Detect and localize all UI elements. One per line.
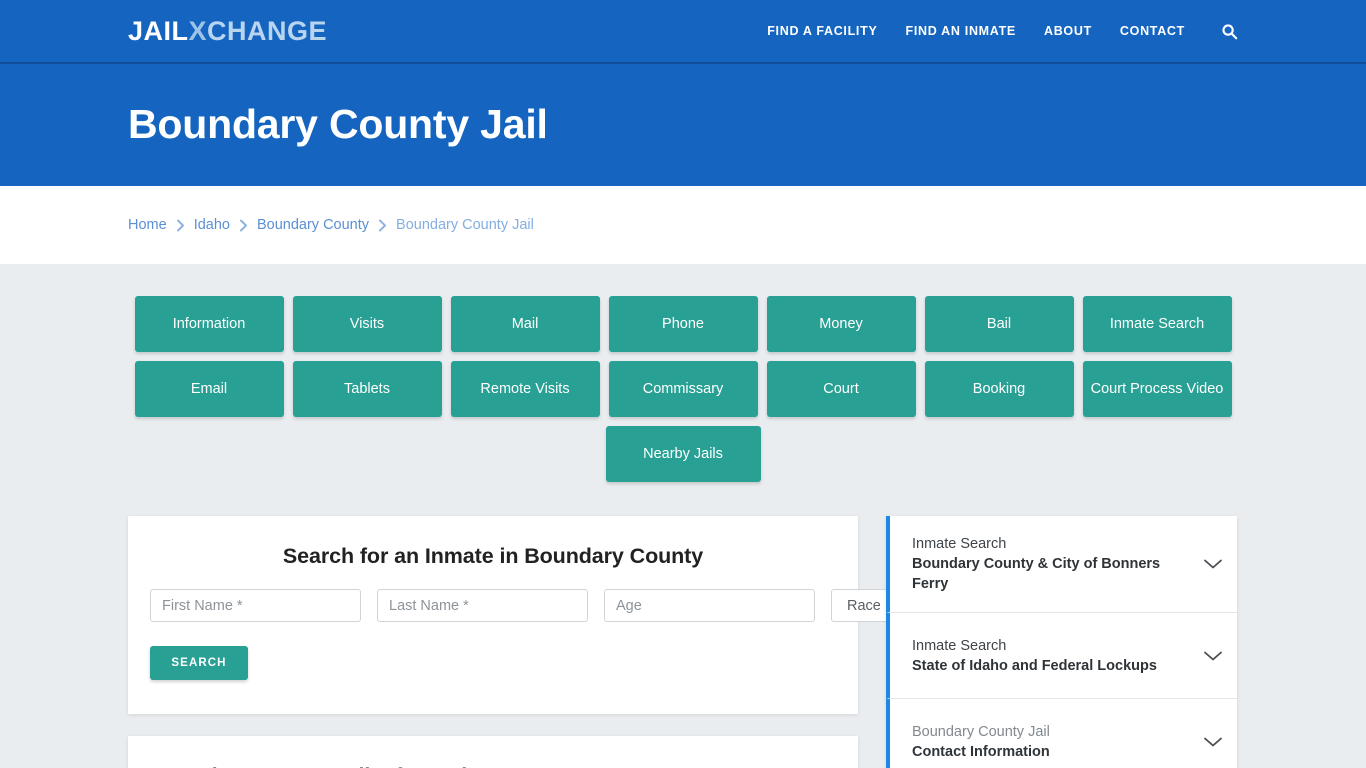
body-columns: Search for an Inmate in Boundary County … <box>128 482 1238 768</box>
site-logo[interactable]: JAILXCHANGE <box>128 15 328 46</box>
chevron-down-icon[interactable] <box>1203 558 1223 570</box>
accordion-item-inmate-search-state[interactable]: Inmate Search State of Idaho and Federal… <box>886 613 1237 699</box>
breadcrumb-item-current: Boundary County Jail <box>396 217 534 233</box>
first-name-input[interactable] <box>150 589 361 622</box>
accordion-item-line2: Contact Information <box>912 744 1050 760</box>
breadcrumb-band: Home Idaho Boundary County Boundary Coun… <box>0 186 1366 264</box>
nav-item-contact[interactable]: CONTACT <box>1106 24 1199 38</box>
accordion-item-text: Inmate Search State of Idaho and Federal… <box>912 636 1191 676</box>
nav-item-about[interactable]: ABOUT <box>1030 24 1106 38</box>
chevron-right-icon <box>176 219 185 232</box>
section-button-nearby-jails[interactable]: Nearby Jails <box>605 426 761 482</box>
breadcrumb-item-boundary-county[interactable]: Boundary County <box>257 217 369 233</box>
page-title: Boundary County Jail <box>128 101 548 148</box>
chevron-down-icon[interactable] <box>1203 736 1223 748</box>
logo-text-jail: JAIL <box>128 15 189 46</box>
search-button[interactable]: SEARCH <box>150 646 248 680</box>
button-row-2: Email Tablets Remote Visits Commissary C… <box>134 361 1232 417</box>
section-button-remote-visits[interactable]: Remote Visits <box>450 361 600 417</box>
jail-information-heading: Boundary County Jail Information <box>150 764 836 768</box>
accordion-item-contact-information[interactable]: Boundary County Jail Contact Information <box>886 699 1237 768</box>
accordion-item-line1: Inmate Search <box>912 536 1007 552</box>
inmate-search-card: Search for an Inmate in Boundary County … <box>128 516 992 714</box>
button-row-1: Information Visits Mail Phone Money Bail… <box>134 296 1232 352</box>
chevron-right-icon <box>378 219 387 232</box>
breadcrumb-item-idaho[interactable]: Idaho <box>194 217 230 233</box>
section-button-mail[interactable]: Mail <box>450 296 600 352</box>
accordion-item-inmate-search-county[interactable]: Inmate Search Boundary County & City of … <box>886 516 1237 613</box>
section-button-inmate-search[interactable]: Inmate Search <box>1082 296 1232 352</box>
search-icon[interactable] <box>1199 23 1238 40</box>
accordion-item-text: Boundary County Jail Contact Information <box>912 722 1191 762</box>
sidebar-column: Inmate Search Boundary County & City of … <box>886 516 1237 768</box>
section-button-bail[interactable]: Bail <box>924 296 1074 352</box>
page-content: Information Visits Mail Phone Money Bail… <box>0 264 1366 768</box>
page-title-band: Boundary County Jail <box>0 64 1366 186</box>
last-name-input[interactable] <box>377 589 588 622</box>
sidebar-accordion: Inmate Search Boundary County & City of … <box>886 516 1237 768</box>
section-button-phone[interactable]: Phone <box>608 296 758 352</box>
nav-item-find-an-inmate[interactable]: FIND AN INMATE <box>891 24 1029 38</box>
nav-item-find-a-facility[interactable]: FIND A FACILITY <box>753 24 891 38</box>
accordion-item-text: Inmate Search Boundary County & City of … <box>912 534 1191 594</box>
accordion-item-line1: Boundary County Jail <box>912 724 1050 740</box>
button-row-3: Nearby Jails <box>135 426 1232 482</box>
chevron-right-icon <box>239 219 248 232</box>
accordion-item-line1: Inmate Search <box>912 637 1007 654</box>
section-button-tablets[interactable]: Tablets <box>292 361 442 417</box>
logo-text-change: CHANGE <box>207 15 328 46</box>
section-button-visits[interactable]: Visits <box>292 296 442 352</box>
chevron-down-icon[interactable] <box>1203 650 1223 662</box>
breadcrumb-item-home[interactable]: Home <box>128 217 167 233</box>
main-column: Search for an Inmate in Boundary County … <box>128 516 992 768</box>
age-input[interactable] <box>604 589 815 622</box>
main-navigation: FIND A FACILITY FIND AN INMATE ABOUT CON… <box>753 23 1238 40</box>
section-button-email[interactable]: Email <box>134 361 284 417</box>
section-button-booking[interactable]: Booking <box>924 361 1074 417</box>
breadcrumb: Home Idaho Boundary County Boundary Coun… <box>128 217 534 233</box>
section-button-court[interactable]: Court <box>766 361 916 417</box>
accordion-item-line2: State of Idaho and Federal Lockups <box>912 657 1157 674</box>
section-button-commissary[interactable]: Commissary <box>608 361 758 417</box>
section-button-court-process-video[interactable]: Court Process Video <box>1082 361 1232 417</box>
search-card-heading: Search for an Inmate in Boundary County <box>282 544 704 568</box>
section-button-information[interactable]: Information <box>134 296 284 352</box>
site-header: JAILXCHANGE FIND A FACILITY FIND AN INMA… <box>0 0 1366 64</box>
accordion-item-line2: Boundary County & City of Bonners Ferry <box>912 556 1161 592</box>
logo-text-x: X <box>188 15 208 46</box>
jail-information-card: Boundary County Jail Information <box>128 736 858 768</box>
section-button-grid: Information Visits Mail Phone Money Bail… <box>134 264 1232 482</box>
search-fields-row: Race <box>150 589 992 622</box>
section-button-money[interactable]: Money <box>766 296 916 352</box>
